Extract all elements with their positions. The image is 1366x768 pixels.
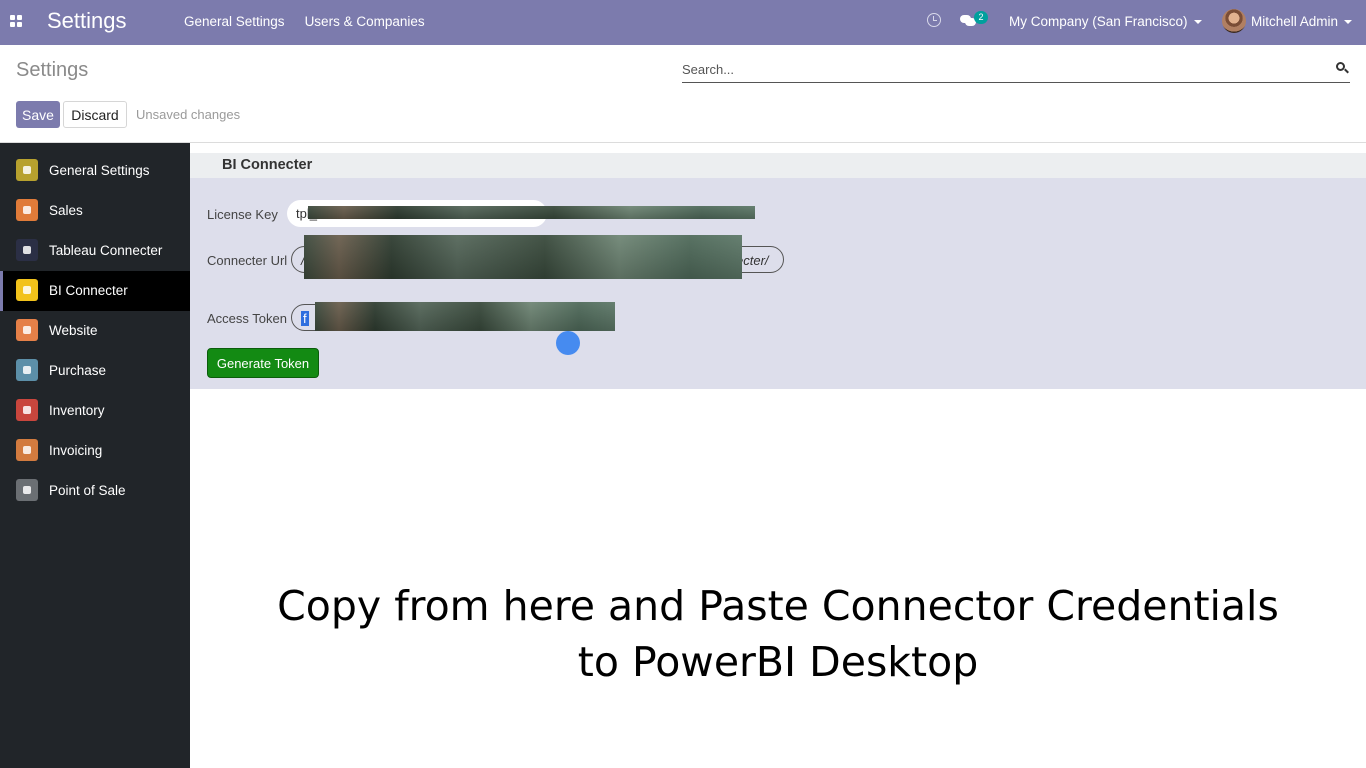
redacted-license-key (308, 206, 755, 219)
sidebar-item-bi-connecter[interactable]: BI Connecter (0, 271, 190, 311)
company-switcher[interactable]: My Company (San Francisco) (1009, 14, 1202, 29)
search-input[interactable] (682, 59, 1322, 79)
avatar[interactable] (1222, 9, 1246, 33)
caret-down-icon (1344, 20, 1353, 25)
access-token-value: f (301, 311, 309, 326)
divider (0, 142, 1366, 143)
chat-count-badge: 2 (974, 11, 988, 24)
license-key-label: License Key (207, 207, 278, 222)
tableau-icon (16, 239, 38, 261)
sidebar-item-label: Purchase (49, 363, 107, 378)
save-button[interactable]: Save (16, 101, 60, 128)
menu-general-settings[interactable]: General Settings (184, 14, 285, 29)
sidebar-item-label: Invoicing (49, 443, 103, 458)
instruction-caption: Copy from here and Paste Connector Crede… (190, 578, 1366, 690)
redacted-connecter-url (304, 235, 742, 279)
activity-clock-icon[interactable] (927, 13, 941, 27)
sidebar-item-sales[interactable]: Sales (0, 191, 190, 231)
bi-connecter-icon (16, 279, 38, 301)
credit-card-icon (16, 359, 38, 381)
sidebar-item-tableau-connecter[interactable]: Tableau Connecter (0, 231, 190, 271)
sidebar-item-inventory[interactable]: Inventory (0, 391, 190, 431)
caret-down-icon (1193, 20, 1202, 25)
redacted-access-token (315, 302, 615, 331)
unsaved-status: Unsaved changes (136, 107, 241, 122)
section-header: BI Connecter (190, 153, 1366, 178)
top-menu: General Settings Users & Companies (184, 14, 425, 29)
apps-grid-icon[interactable] (10, 15, 23, 28)
settings-sidebar: General Settings Sales Tableau Connecter… (0, 143, 190, 768)
boxes-icon (16, 399, 38, 421)
mouse-cursor-indicator (556, 331, 580, 355)
app-title: Settings (47, 8, 127, 33)
user-menu[interactable]: Mitchell Admin (1251, 14, 1353, 29)
connecter-url-label: Connecter Url (207, 253, 288, 268)
sidebar-item-purchase[interactable]: Purchase (0, 351, 190, 391)
search-bar (682, 57, 1350, 83)
user-name: Mitchell Admin (1251, 14, 1339, 29)
sidebar-item-label: Website (49, 323, 98, 338)
chart-line-icon (16, 199, 38, 221)
generate-token-button[interactable]: Generate Token (207, 348, 319, 378)
store-icon (16, 479, 38, 501)
access-token-label: Access Token (207, 311, 287, 326)
invoice-icon (16, 439, 38, 461)
page-title: Settings (16, 59, 89, 81)
menu-users-companies[interactable]: Users & Companies (305, 14, 425, 29)
sidebar-item-label: General Settings (49, 163, 150, 178)
sidebar-item-label: Inventory (49, 403, 105, 418)
sidebar-item-point-of-sale[interactable]: Point of Sale (0, 471, 190, 511)
discard-button[interactable]: Discard (63, 101, 127, 128)
caption-line-1: Copy from here and Paste Connector Crede… (277, 582, 1279, 630)
section-title: BI Connecter (222, 157, 313, 173)
sidebar-item-label: Point of Sale (49, 483, 126, 498)
top-navbar: Settings General Settings Users & Compan… (0, 0, 1366, 45)
sidebar-item-general-settings[interactable]: General Settings (0, 151, 190, 191)
globe-icon (16, 319, 38, 341)
sidebar-item-label: BI Connecter (49, 283, 128, 298)
gear-icon (16, 159, 38, 181)
company-name: My Company (San Francisco) (1009, 14, 1188, 29)
sidebar-item-label: Sales (49, 203, 83, 218)
sidebar-item-website[interactable]: Website (0, 311, 190, 351)
caption-line-2: to PowerBI Desktop (577, 638, 979, 686)
sidebar-item-invoicing[interactable]: Invoicing (0, 431, 190, 471)
search-icon[interactable] (1336, 62, 1349, 74)
sidebar-item-label: Tableau Connecter (49, 243, 163, 258)
